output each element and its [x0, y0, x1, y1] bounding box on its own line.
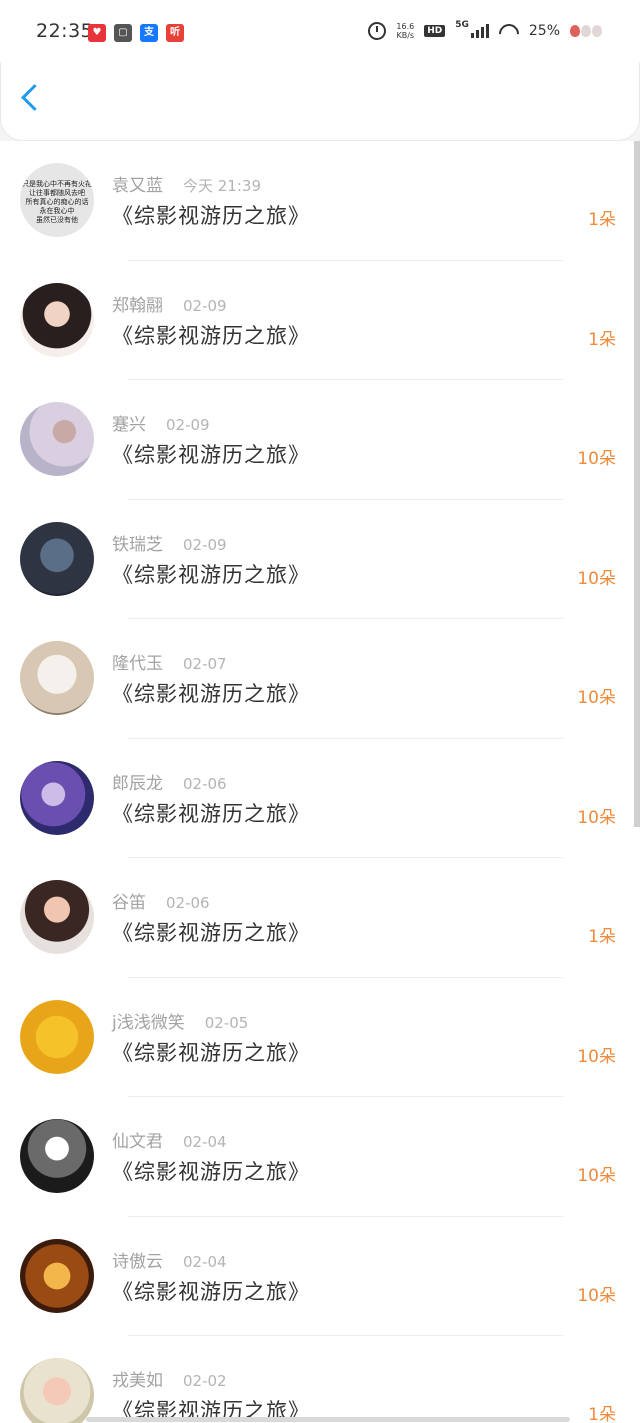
home-indicator[interactable]	[86, 1417, 570, 1422]
book-title[interactable]: 《综影视游历之旅》	[112, 798, 310, 828]
avatar[interactable]	[20, 760, 94, 835]
record-date: 02-07	[183, 655, 227, 673]
flower-count: 10朵	[577, 1046, 616, 1067]
status-bar: 22:35 ♥ ▢ 支 听 16.6 KB/s HD 5G 25%	[0, 0, 640, 62]
book-title[interactable]: 《综影视游历之旅》	[112, 320, 310, 350]
record-date: 02-04	[183, 1252, 227, 1271]
user-line: 诗傲云 02-04	[112, 1247, 227, 1272]
avatar[interactable]	[20, 402, 94, 476]
user-name[interactable]: 袁又蓝	[112, 176, 163, 196]
top-nav-bar	[0, 62, 640, 141]
avatar[interactable]	[20, 1119, 94, 1193]
user-line: j浅浅微笑 02-05	[112, 1008, 248, 1033]
user-name[interactable]: 郑翰翮	[112, 296, 163, 316]
flower-count: 10朵	[577, 688, 616, 708]
user-name[interactable]: 仙文君	[112, 1132, 163, 1152]
book-title[interactable]: 《综影视游历之旅》	[112, 559, 310, 589]
list-item[interactable]: 隆代玉 02-07 《综影视游历之旅》 10朵	[0, 619, 640, 739]
flower-count: 10朵	[577, 1166, 616, 1186]
user-name[interactable]: 戎美如	[112, 1371, 163, 1391]
list-item[interactable]: 诗傲云 02-04 《综影视游历之旅》 10朵	[0, 1217, 640, 1336]
avatar[interactable]	[20, 282, 94, 357]
list-item[interactable]: 铁瑞芝 02-09 《综影视游历之旅》 10朵	[0, 500, 640, 619]
gift-record-list: 只是我心中不再有火花 让往事都随风去吧 所有真心的痴心的话 永在我心中 虽然已没…	[0, 141, 640, 1423]
list-item[interactable]: 谷笛 02-06 《综影视游历之旅》 1朵	[0, 858, 640, 978]
flower-count: 10朵	[577, 1285, 616, 1306]
avatar[interactable]	[20, 641, 94, 715]
book-title[interactable]: 《综影视游历之旅》	[112, 1156, 310, 1186]
avatar[interactable]	[20, 521, 94, 596]
user-line: 郑翰翮 02-09	[112, 291, 227, 316]
user-name[interactable]: 诗傲云	[112, 1252, 163, 1272]
flower-count: 1朵	[588, 927, 616, 947]
wifi-icon	[499, 24, 519, 38]
network-speed: 16.6 KB/s	[396, 22, 415, 40]
user-name[interactable]: 郎辰龙	[112, 774, 163, 794]
status-right: 16.6 KB/s HD 5G 25%	[368, 20, 602, 40]
avatar[interactable]: 只是我心中不再有火花 让往事都随风去吧 所有真心的痴心的话 永在我心中 虽然已没…	[20, 163, 94, 237]
avatar[interactable]	[20, 1358, 94, 1423]
flower-count: 1朵	[588, 1405, 616, 1423]
signal-icon	[470, 24, 489, 38]
scrollbar[interactable]	[634, 141, 640, 827]
book-title[interactable]: 《综影视游历之旅》	[112, 200, 310, 230]
record-date: 02-02	[183, 1372, 227, 1390]
record-date: 02-09	[183, 535, 227, 554]
user-line: 隆代玉 02-07	[112, 649, 227, 674]
book-title[interactable]: 《综影视游历之旅》	[112, 917, 310, 947]
record-date: 02-06	[166, 894, 210, 912]
user-line: 袁又蓝 今天 21:39	[112, 171, 261, 196]
hd-icon: HD	[424, 25, 446, 37]
shopping-app-icon: ♥	[88, 24, 106, 42]
list-item[interactable]: 郎辰龙 02-06 《综影视游历之旅》 10朵	[0, 739, 640, 858]
avatar-text: 只是我心中不再有火花 让往事都随风去吧 所有真心的痴心的话 永在我心中 虽然已没…	[22, 180, 92, 224]
notification-icons: ♥ ▢ 支 听	[88, 24, 184, 42]
list-item[interactable]: j浅浅微笑 02-05 《综影视游历之旅》 10朵	[0, 978, 640, 1097]
flower-count: 10朵	[577, 568, 616, 589]
user-line: 谷笛 02-06	[112, 888, 210, 913]
wallet-app-icon: ▢	[114, 24, 132, 42]
user-line: 蹇兴 02-09	[112, 410, 210, 435]
list-item[interactable]: 只是我心中不再有火花 让往事都随风去吧 所有真心的痴心的话 永在我心中 虽然已没…	[0, 141, 640, 261]
user-line: 郎辰龙 02-06	[112, 769, 227, 794]
record-date: 02-04	[183, 1133, 227, 1151]
user-name[interactable]: 隆代玉	[112, 654, 163, 674]
book-title[interactable]: 《综影视游历之旅》	[112, 439, 310, 469]
alarm-icon	[368, 22, 387, 40]
record-date: 今天 21:39	[183, 177, 261, 195]
book-title[interactable]: 《综影视游历之旅》	[112, 678, 310, 708]
user-line: 铁瑞芝 02-09	[112, 530, 227, 555]
record-date: 02-05	[204, 1013, 249, 1032]
list-item[interactable]: 蹇兴 02-09 《综影视游历之旅》 10朵	[0, 380, 640, 500]
avatar[interactable]	[20, 880, 94, 954]
book-title[interactable]: 《综影视游历之旅》	[112, 1276, 310, 1306]
5g-label: 5G	[455, 20, 469, 30]
flower-count: 1朵	[588, 210, 616, 230]
list-item[interactable]: 郑翰翮 02-09 《综影视游历之旅》 1朵	[0, 261, 640, 380]
user-name[interactable]: j浅浅微笑	[112, 1013, 185, 1033]
list-item[interactable]: 戎美如 02-02 《综影视游历之旅》 1朵	[0, 1336, 640, 1423]
list-item[interactable]: 仙文君 02-04 《综影视游历之旅》 10朵	[0, 1097, 640, 1217]
record-date: 02-09	[166, 416, 210, 434]
alipay-icon: 支	[140, 24, 158, 42]
status-time: 22:35	[36, 20, 94, 42]
flower-count: 1朵	[588, 329, 616, 350]
flower-count: 10朵	[577, 449, 616, 469]
strawberry-icons	[570, 25, 602, 37]
record-date: 02-09	[183, 296, 227, 315]
user-line: 仙文君 02-04	[112, 1127, 227, 1152]
user-name[interactable]: 谷笛	[112, 893, 146, 913]
listen-app-icon: 听	[166, 24, 184, 42]
battery-level: 25%	[528, 23, 560, 39]
user-line: 戎美如 02-02	[112, 1366, 227, 1391]
avatar[interactable]	[20, 999, 94, 1074]
chevron-left-icon[interactable]	[21, 84, 48, 111]
book-title[interactable]: 《综影视游历之旅》	[112, 1037, 310, 1067]
user-name[interactable]: 蹇兴	[112, 415, 146, 435]
record-date: 02-06	[183, 774, 227, 793]
user-name[interactable]: 铁瑞芝	[112, 535, 163, 555]
flower-count: 10朵	[577, 807, 616, 828]
avatar[interactable]	[20, 1238, 94, 1313]
